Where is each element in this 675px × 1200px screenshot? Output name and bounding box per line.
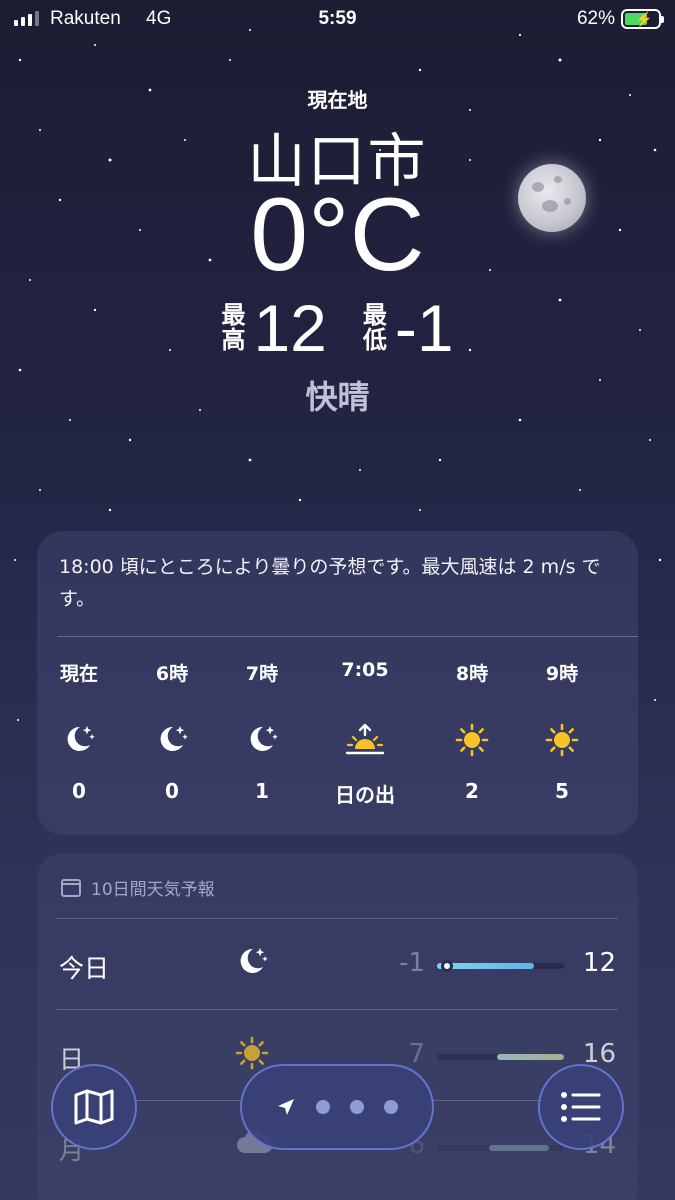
location-label: 現在地: [307, 88, 368, 112]
page-dot[interactable]: [384, 1100, 398, 1114]
hour-label: 1: [605, 659, 638, 687]
hour-label: 8時: [455, 663, 489, 685]
temperature-range-bar: [437, 1054, 564, 1060]
current-temp-dot: [441, 960, 453, 972]
daily-header: 10日間天気予報: [61, 875, 215, 900]
hour-label: 現在: [59, 663, 98, 685]
hour-temperature: 2: [465, 779, 479, 803]
hourly-item: 8時 2: [427, 659, 517, 803]
temperature-range-fill: [496, 1054, 564, 1060]
hourly-item: 7時 1: [217, 659, 307, 803]
sun-icon: [517, 723, 607, 759]
divider: [57, 636, 638, 637]
forecast-summary: 18:00 頃にところにより曇りの予想です。最大風速は 2 m/s です。: [59, 556, 601, 610]
location-arrow-icon[interactable]: [276, 1097, 296, 1117]
high-label: 最 高: [221, 301, 246, 354]
page-dot[interactable]: [316, 1100, 330, 1114]
hourly-item: 9時 5: [517, 659, 607, 803]
low-temperature: -1: [394, 291, 454, 365]
hourly-forecast-card[interactable]: 18:00 頃にところにより曇りの予想です。最大風速は 2 m/s です。 現在…: [37, 531, 638, 835]
charging-bolt-icon: ⚡: [635, 11, 653, 27]
hour-temperature: 日の出: [335, 783, 395, 807]
map-icon: [74, 1089, 114, 1125]
hourly-item: 6時 0: [127, 659, 217, 803]
map-button[interactable]: [51, 1064, 137, 1150]
battery-icon: ⚡: [621, 9, 664, 29]
calendar-icon: [61, 878, 81, 897]
temperature-range-bar: [437, 960, 564, 972]
page-indicator[interactable]: [240, 1064, 434, 1150]
daily-row[interactable]: 今日 -1 12: [37, 919, 638, 1009]
high-temperature: 12: [253, 291, 327, 365]
city-list-button[interactable]: [538, 1064, 624, 1150]
day-high-temperature: 12: [582, 948, 616, 978]
hour-label: 9時: [545, 663, 579, 685]
page-dot[interactable]: [350, 1100, 364, 1114]
hour-label: 7:05: [341, 659, 389, 681]
status-bar: Rakuten 4G 5:59 62% ⚡: [0, 0, 675, 40]
hour-temperature: 0: [72, 779, 86, 803]
high-low-temps: 最 高 12 最 低 -1: [0, 290, 675, 366]
hour-temperature: 0: [165, 779, 179, 803]
day-low-temperature: -1: [399, 948, 425, 978]
list-icon: [561, 1092, 601, 1122]
moon-icon: [518, 164, 586, 232]
temperature-range-bar: [437, 1145, 564, 1151]
moon-stars-icon: [235, 945, 269, 981]
moon-stars-icon: [217, 723, 307, 759]
hour-temperature: 1: [255, 779, 269, 803]
hour-label: 6時: [155, 663, 189, 685]
low-label: 最 低: [362, 301, 387, 354]
daily-title: 10日間天気予報: [91, 880, 215, 900]
day-name: 今日: [59, 954, 110, 983]
sun-icon: [427, 723, 517, 759]
hourly-item: 7:05 日の出: [320, 659, 410, 808]
hourly-item: 1: [605, 659, 638, 779]
moon-stars-icon: [37, 723, 124, 759]
sunrise-icon: [320, 723, 410, 759]
weather-condition: 快晴: [305, 378, 370, 416]
day-low-temperature: 7: [408, 1039, 425, 1069]
hour-label: 7時: [245, 663, 279, 685]
empty-icon: [605, 723, 638, 759]
moon-stars-icon: [127, 723, 217, 759]
temperature-range-fill: [489, 1145, 550, 1151]
hour-temperature: 5: [555, 779, 569, 803]
hourly-item: 現在 0: [37, 659, 124, 803]
battery-percent: 62%: [576, 8, 615, 29]
clock: 5:59: [318, 8, 357, 29]
